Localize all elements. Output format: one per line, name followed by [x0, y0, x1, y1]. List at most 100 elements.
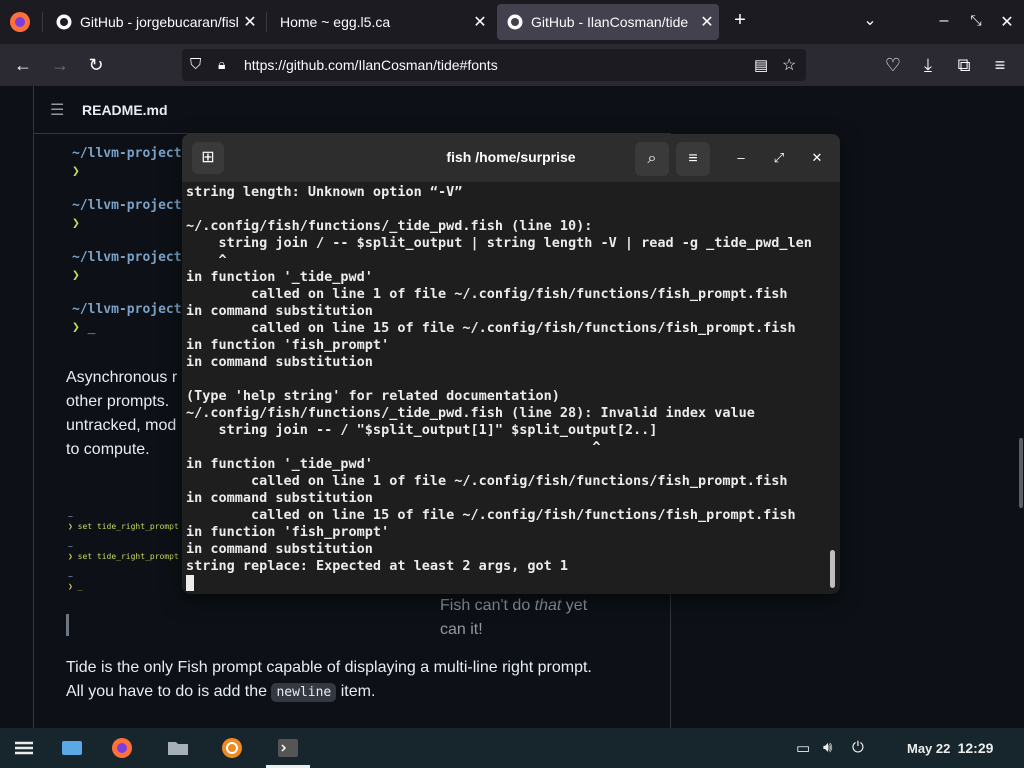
terminal-window[interactable]: ⊞ fish /home/surprise ⌕ ≡ – ⤢ ✕ string l…	[182, 134, 840, 594]
caption-text: yet	[561, 597, 588, 614]
display-icon[interactable]: ▭	[796, 739, 810, 757]
github-icon	[56, 14, 72, 30]
mini-line: ~	[68, 542, 73, 551]
tab-separator	[266, 12, 267, 32]
terminal-line: string join -- / "$split_output[1]" $spl…	[186, 422, 658, 438]
para-line: untracked, mod	[66, 417, 177, 434]
tab-github-tide[interactable]: GitHub - IlanCosman/tide ✕	[497, 4, 719, 40]
terminal-line: ^	[186, 439, 601, 455]
url-bar[interactable]: ⛉ 🔒︎ https://github.com/IlanCosman/tide#…	[182, 49, 806, 81]
terminal-line: string replace: Expected at least 2 args…	[186, 558, 569, 574]
reload-icon[interactable]: ↻	[83, 53, 109, 77]
terminal-line: called on line 15 of file ~/.config/fish…	[186, 507, 796, 523]
para-line: to compute.	[66, 441, 150, 458]
window-overview-icon[interactable]	[60, 736, 84, 760]
tab-close-icon[interactable]: ✕	[695, 12, 719, 32]
volume-icon[interactable]: 🔊︎	[823, 739, 832, 756]
browser-tab-bar: GitHub - jorgebucaran/fish ✕ Home ~ egg.…	[0, 0, 1024, 44]
clock-date: May 22	[907, 741, 951, 756]
para-line: All you have to do is add the newline it…	[66, 680, 592, 705]
hamburger-menu-icon[interactable]: ≡	[676, 142, 710, 176]
terminal-line: called on line 1 of file ~/.config/fish/…	[186, 286, 788, 302]
terminal-output[interactable]: string length: Unknown option “-V” ~/.co…	[186, 184, 826, 592]
pocket-icon[interactable]: ♡	[880, 53, 906, 77]
power-icon[interactable]: ⏻	[852, 739, 864, 756]
tab-close-icon[interactable]: ✕	[468, 12, 492, 32]
minimize-icon[interactable]: –	[934, 12, 954, 30]
terminal-line: in command substitution	[186, 354, 373, 370]
terminal-line: (Type 'help string' for related document…	[186, 388, 560, 404]
para-line: other prompts.	[66, 393, 170, 410]
tab-egg[interactable]: Home ~ egg.l5.ca ✕	[270, 4, 492, 40]
url-text[interactable]: https://github.com/IlanCosman/tide#fonts	[244, 57, 498, 73]
prompt-chevron: ❯	[72, 164, 80, 179]
lock-icon[interactable]: 🔒︎	[218, 56, 225, 73]
para-line: Tide is the only Fish prompt capable of …	[66, 659, 592, 676]
restore-icon[interactable]: ⤡	[966, 12, 986, 29]
terminal-line: called on line 15 of file ~/.config/fish…	[186, 320, 796, 336]
code-line: ~/llvm-project	[72, 302, 182, 317]
paragraph-async: Asynchronous r other prompts. untracked,…	[66, 366, 177, 462]
extensions-icon[interactable]: ⧉	[951, 53, 977, 77]
mini-line: ~	[68, 572, 73, 581]
app-launcher-icon[interactable]	[12, 736, 36, 760]
shield-icon[interactable]: ⛉	[190, 56, 201, 73]
image-edge	[66, 614, 69, 636]
back-icon[interactable]: ←	[10, 53, 36, 77]
close-window-icon[interactable]: ✕	[997, 12, 1017, 32]
paragraph-multiline: Tide is the only Fish prompt capable of …	[66, 656, 592, 705]
minimize-icon[interactable]: –	[731, 148, 751, 168]
terminal-line: called on line 1 of file ~/.config/fish/…	[186, 473, 788, 489]
terminal-app-icon[interactable]	[276, 736, 300, 760]
list-all-tabs-icon[interactable]: ⌄	[860, 10, 880, 30]
firefox-menu-icon[interactable]	[8, 10, 32, 34]
reader-view-icon[interactable]: ▤	[754, 56, 768, 74]
terminal-line: in function 'fish_prompt'	[186, 524, 390, 540]
terminal-scrollbar[interactable]	[830, 550, 835, 588]
terminal-line: string join / -- $split_output | string …	[186, 235, 812, 251]
caption-text: Fish can't do	[440, 597, 535, 614]
new-tab-icon[interactable]: +	[730, 9, 750, 32]
file-manager-icon[interactable]	[166, 736, 190, 760]
software-center-icon[interactable]	[220, 736, 244, 760]
prompt-chevron: ❯ _	[72, 320, 96, 335]
search-icon[interactable]: ⌕	[635, 142, 669, 176]
clock[interactable]: May 22 12:29	[907, 740, 993, 756]
downloads-icon[interactable]: ⤓	[915, 53, 941, 77]
tab-github-fish[interactable]: GitHub - jorgebucaran/fish ✕	[46, 4, 262, 40]
bookmark-star-icon[interactable]: ☆	[782, 55, 796, 75]
tab-close-icon[interactable]: ✕	[238, 12, 262, 32]
clock-time: 12:29	[957, 740, 994, 756]
mini-line: ❯ _	[68, 582, 83, 591]
mini-line: ❯ set tide_right_prompt	[68, 522, 179, 531]
code-line: ~/llvm-project	[72, 250, 182, 265]
para-text: item.	[336, 683, 376, 700]
mini-line: ❯ set tide_right_prompt	[68, 552, 179, 561]
app-menu-icon[interactable]: ≡	[987, 53, 1013, 77]
code-line: ~/llvm-project	[72, 198, 182, 213]
mini-line: ~	[68, 512, 73, 521]
tab-title: GitHub - jorgebucaran/fish	[80, 14, 238, 30]
terminal-line: in function 'fish_prompt'	[186, 337, 390, 353]
readme-header: ☰ README.md	[34, 86, 671, 134]
terminal-header: ⊞ fish /home/surprise ⌕ ≡ – ⤢ ✕	[182, 134, 840, 182]
terminal-line: in function '_tide_pwd'	[186, 269, 373, 285]
outline-list-icon[interactable]: ☰	[50, 100, 64, 120]
maximize-icon[interactable]: ⤢	[769, 148, 789, 168]
image-caption: Fish can't do that yet can it!	[440, 594, 587, 642]
close-icon[interactable]: ✕	[807, 148, 827, 168]
code-line: ~/llvm-project	[72, 146, 182, 161]
desktop: GitHub - jorgebucaran/fish ✕ Home ~ egg.…	[0, 0, 1024, 768]
para-line: Asynchronous r	[66, 369, 178, 386]
terminal-line: in command substitution	[186, 490, 373, 506]
para-text: All you have to do is add the	[66, 683, 272, 700]
firefox-icon[interactable]	[110, 736, 134, 760]
terminal-cursor	[186, 575, 194, 591]
forward-icon[interactable]: →	[47, 53, 73, 77]
readme-filename: README.md	[82, 102, 168, 118]
page-scrollbar[interactable]	[1019, 438, 1023, 508]
github-icon	[507, 14, 523, 30]
mini-demo-image: ~ ❯ set tide_right_prompt ~ ❯ set tide_r…	[68, 512, 179, 592]
